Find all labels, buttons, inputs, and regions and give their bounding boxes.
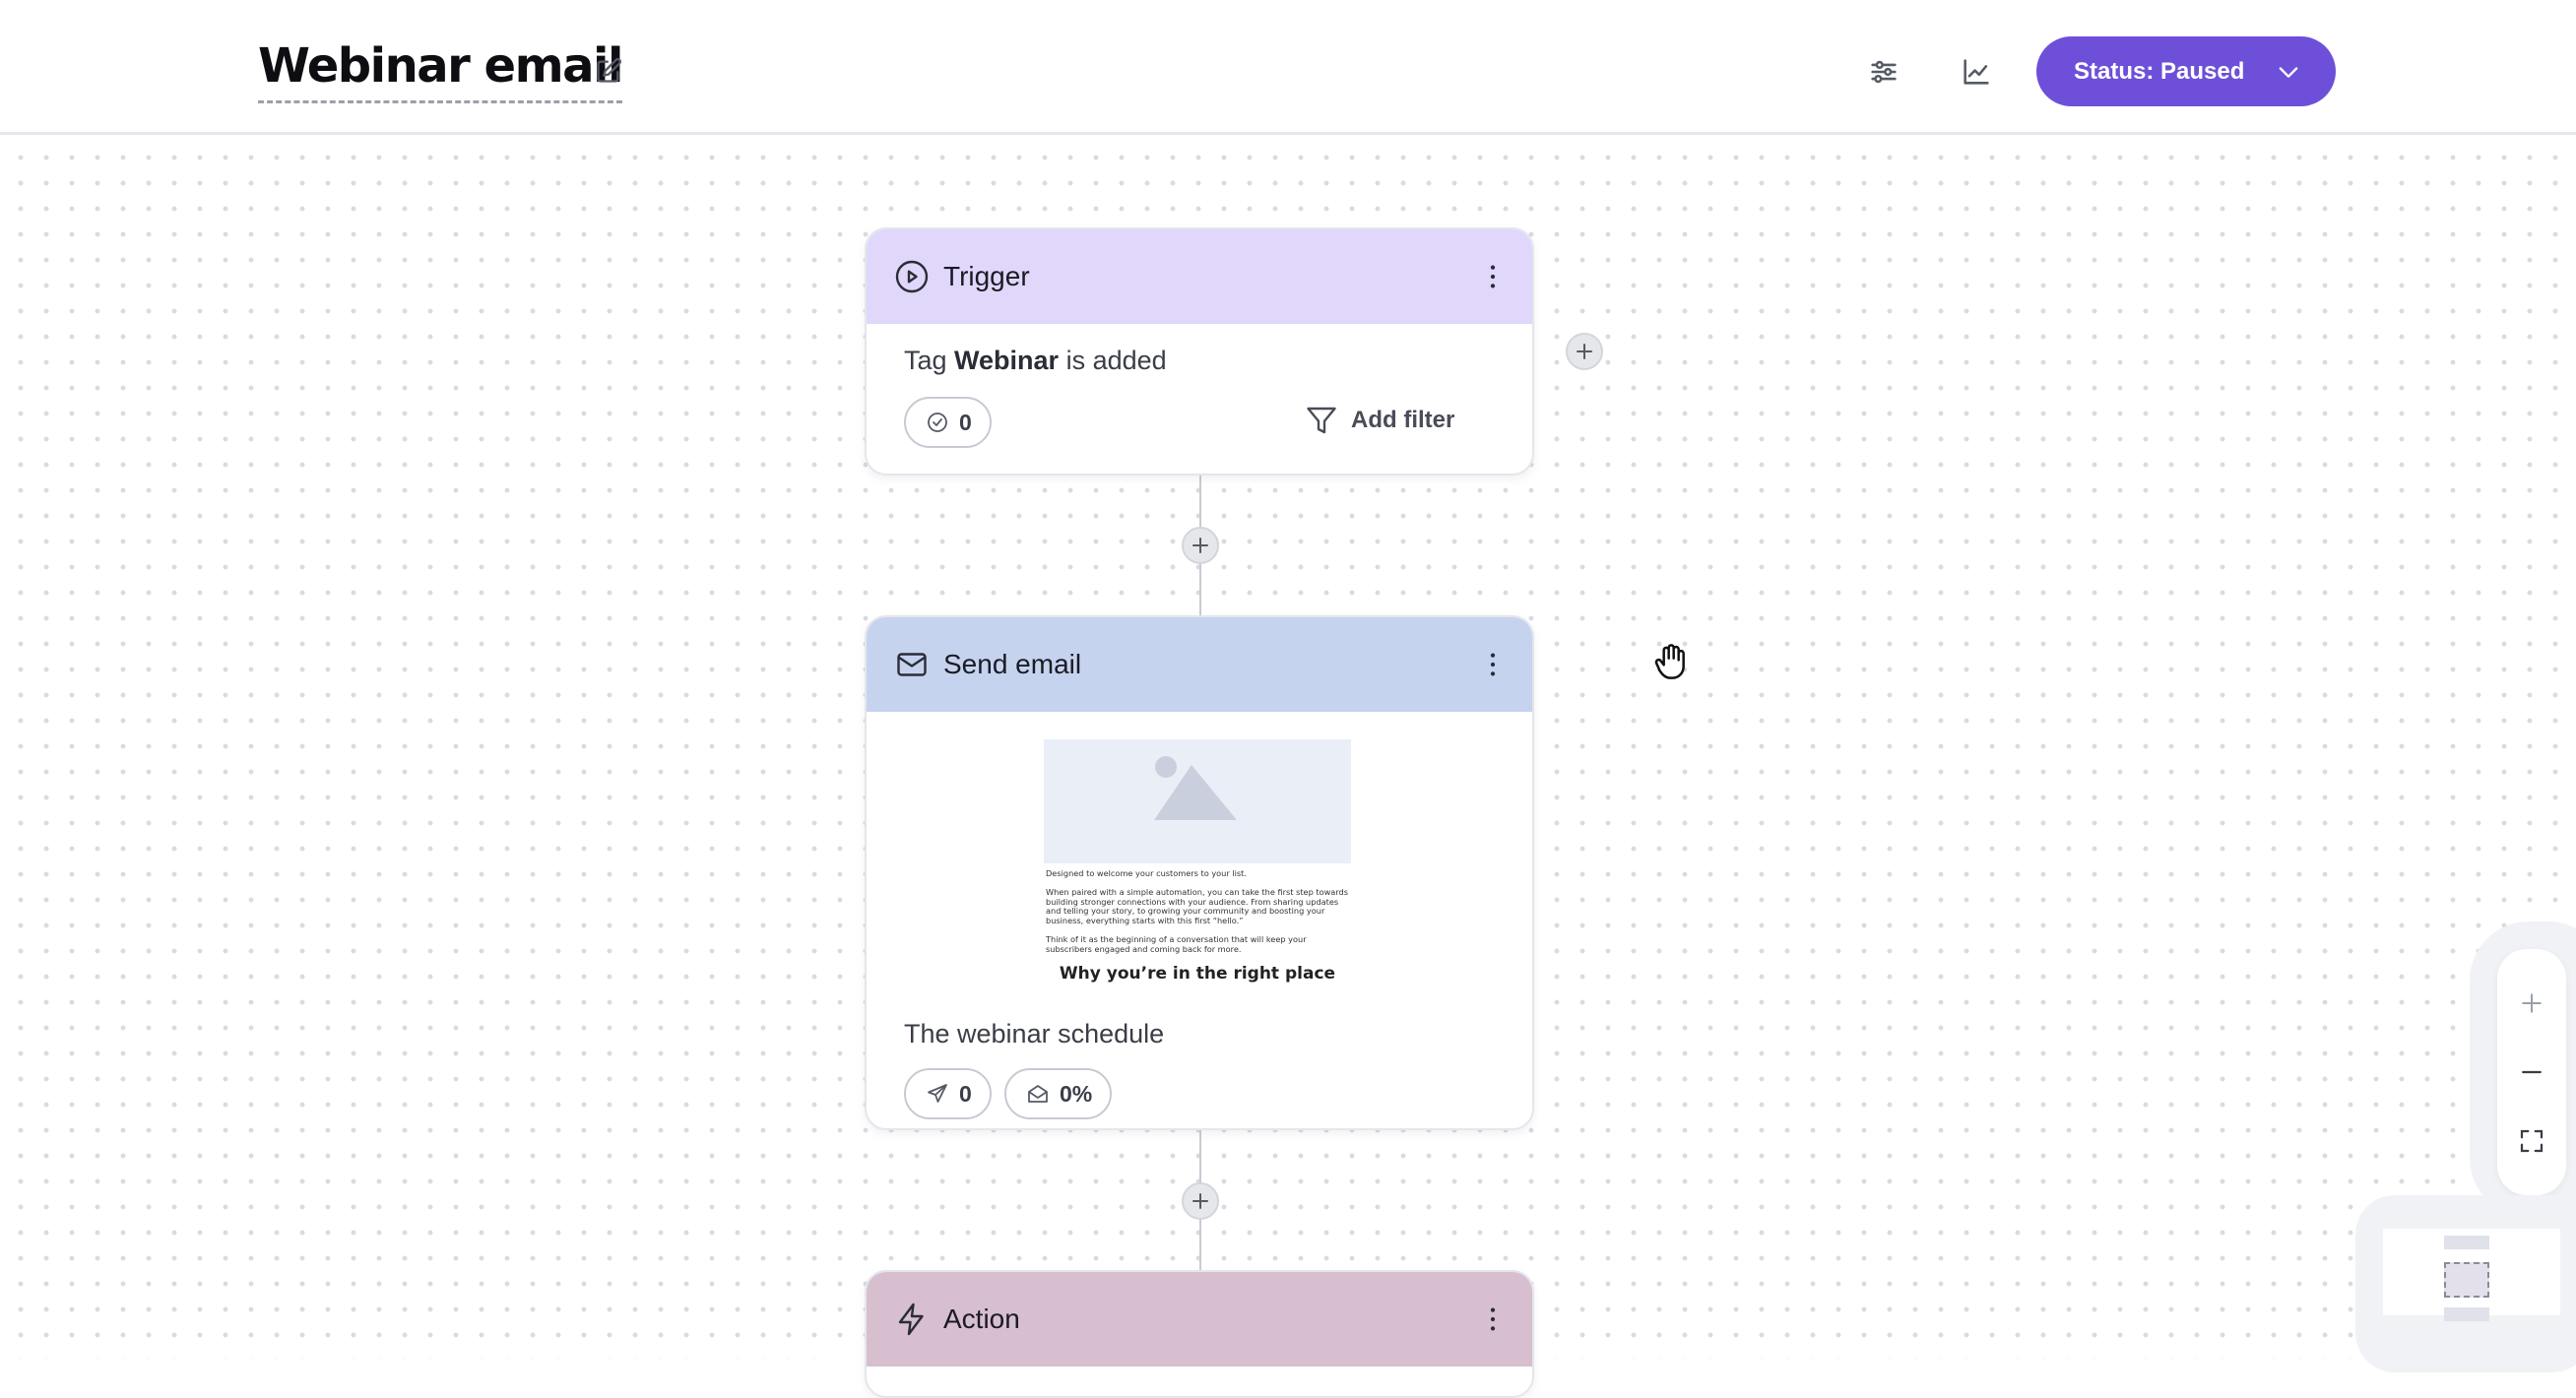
email-preview-heading: Why you’re in the right place (1059, 963, 1336, 984)
send-email-card-header: Send email (867, 617, 1532, 712)
sliders-icon[interactable] (1867, 55, 1900, 89)
minimap-node (2444, 1307, 2489, 1321)
email-preview[interactable]: Designed to welcome your customers to yo… (1044, 739, 1351, 993)
action-card[interactable]: Action (865, 1270, 1534, 1398)
kebab-icon[interactable] (1477, 1303, 1509, 1335)
check-circle-icon (928, 413, 947, 432)
filter-icon (1307, 407, 1336, 434)
status-label: Status: Paused (2074, 57, 2245, 85)
add-filter-button[interactable]: Add filter (1304, 403, 1454, 438)
add-step-button[interactable] (1182, 527, 1219, 564)
add-branch-button[interactable] (1566, 333, 1603, 370)
play-circle-icon (895, 260, 929, 293)
chevron-down-icon (2279, 67, 2298, 78)
email-preview-text: Designed to welcome your customers to yo… (1046, 868, 1348, 954)
fit-view-icon[interactable] (2517, 1126, 2546, 1156)
plus-icon (1577, 344, 1592, 359)
image-icon (1154, 756, 1237, 820)
image-placeholder (1044, 739, 1351, 863)
minimap-viewport[interactable] (2444, 1262, 2489, 1298)
lightning-icon (898, 1303, 924, 1336)
kebab-icon[interactable] (1477, 649, 1509, 680)
mail-icon (897, 653, 927, 676)
trigger-card[interactable]: Trigger Tag Webinar is added 0 Add filte… (865, 227, 1534, 476)
trigger-description: Tag Webinar is added (904, 346, 1167, 375)
minimap-node (2444, 1236, 2489, 1249)
edit-icon[interactable] (595, 57, 622, 85)
status-dropdown-button[interactable]: Status: Paused (2036, 36, 2336, 106)
completed-count-badge: 0 (904, 397, 992, 448)
page-title[interactable]: Webinar email (258, 37, 623, 103)
tag-name: Webinar (954, 346, 1060, 375)
zoom-in-icon[interactable] (2517, 988, 2546, 1018)
trigger-title: Trigger (943, 261, 1030, 291)
plus-icon (1192, 1193, 1208, 1209)
send-icon (928, 1084, 947, 1103)
email-subject: The webinar schedule (904, 1019, 1165, 1048)
send-email-card[interactable]: Send email Designed to welcome your cust… (865, 615, 1534, 1130)
hand-icon (1654, 644, 1685, 679)
send-email-title: Send email (943, 649, 1082, 679)
open-rate-badge: 0% (1004, 1068, 1113, 1119)
kebab-icon[interactable] (1477, 261, 1509, 292)
mail-open-icon (1028, 1085, 1048, 1103)
sent-count-badge: 0 (904, 1068, 992, 1119)
add-step-button[interactable] (1182, 1182, 1219, 1220)
zoom-out-icon[interactable] (2517, 1057, 2546, 1087)
action-card-header: Action (867, 1272, 1532, 1366)
plus-icon (1192, 538, 1208, 553)
chart-icon[interactable] (1960, 55, 1993, 89)
action-title: Action (943, 1303, 1020, 1334)
app-header: Webinar email Status: Paused (0, 0, 2576, 135)
trigger-card-header: Trigger (867, 229, 1532, 324)
